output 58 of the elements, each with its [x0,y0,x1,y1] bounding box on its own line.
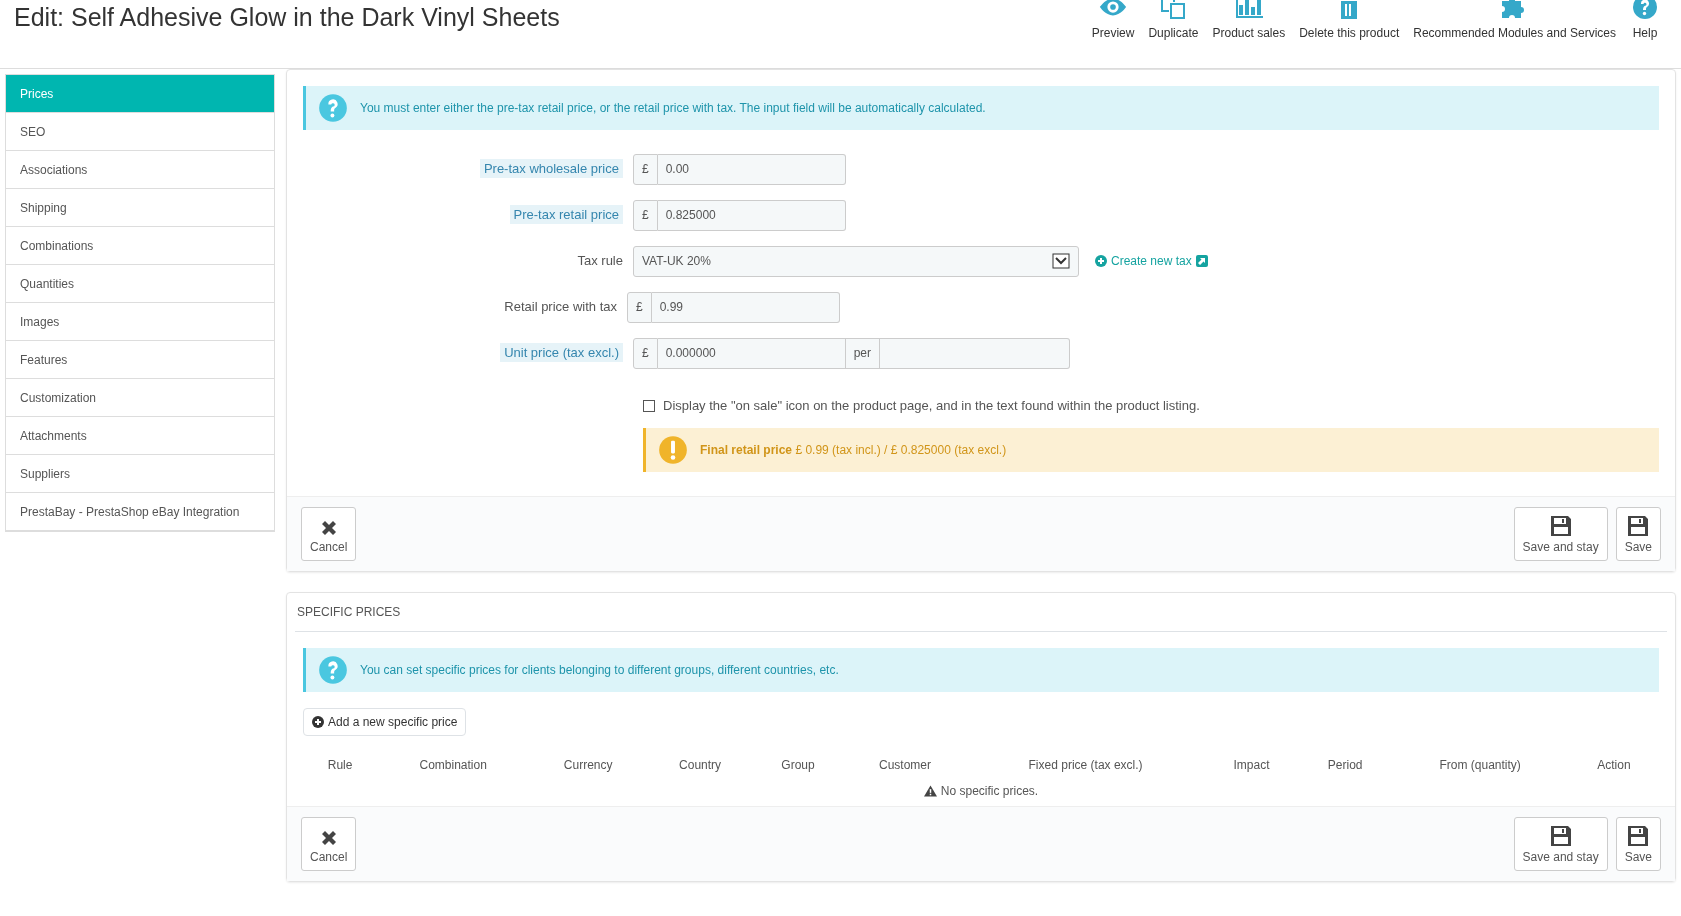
plus-circle-icon [1095,255,1107,267]
save-button[interactable]: Save [1615,816,1661,871]
save-and-stay-button[interactable]: Save and stay [1513,816,1608,871]
price-input[interactable]: 0.99 [651,291,840,323]
column-header: Group [753,751,843,778]
price-input[interactable]: 0.000000 [657,337,846,369]
question-icon [318,654,348,685]
cancel-button[interactable]: Cancel [301,816,357,871]
info-text: You can set specific prices for clients belonging to different groups, different countries, etc. [360,661,839,679]
final-price-text: Final retail price £ 0.99 (tax incl.) / £ 0.825000 (tax excl.) [700,441,1007,459]
column-header: Country [647,751,753,778]
dropdown-caret-icon [1052,253,1070,269]
toolbar-button[interactable]: Delete this product [1292,0,1407,42]
column-header: Action [1568,751,1659,778]
cancel-button[interactable]: Cancel [301,506,357,561]
warning-icon [658,434,688,465]
field-label: Pre-tax retail price [509,205,623,225]
column-header: Combination [377,751,530,778]
column-header: Currency [529,751,648,778]
toolbar-button[interactable]: Duplicate [1141,0,1206,42]
column-header: Customer [843,751,967,778]
bar-chart-icon [1233,0,1264,20]
currency-addon: £ [633,337,658,369]
panel-heading: SPECIFIC PRICES [295,592,1667,632]
on-sale-checkbox[interactable] [643,399,655,412]
unit-input[interactable] [880,337,1071,369]
tax-rule-select[interactable]: VAT-UK 20% [633,245,1079,277]
toolbar-button[interactable]: Product sales [1205,0,1293,42]
help-icon [1630,0,1660,20]
per-addon: per [845,337,881,369]
column-header: From (quantity) [1391,751,1569,778]
column-header: Period [1298,751,1392,778]
plus-circle-icon [312,715,324,728]
price-input[interactable]: 0.00 [657,153,846,185]
field-label: Tax rule [577,253,623,269]
column-header: Impact [1204,751,1299,778]
price-input[interactable]: 0.825000 [657,199,846,231]
question-icon [318,93,348,123]
toolbar-button[interactable]: Help [1623,0,1667,42]
field-label: Unit price (tax excl.) [500,343,623,363]
field-label: Pre-tax wholesale price [479,159,623,179]
warning-triangle-icon [923,784,937,797]
info-text: You must enter either the pre-tax retail price, or the retail price with tax. The input field will be automatically calculated. [360,100,986,117]
toolbar-button[interactable]: Preview [1084,0,1142,42]
column-header: Fixed price (tax excl.) [967,751,1205,778]
on-sale-label: Display the "on sale" icon on the product page, and in the text found within the product listing. [663,397,1200,415]
add-specific-price-button[interactable]: Add a new specific price [303,707,467,736]
external-link-icon [1195,255,1208,267]
page-title: Edit: Self Adhesive Glow in the Dark Vinyl Sheets [14,2,560,32]
save-and-stay-button[interactable]: Save and stay [1513,506,1608,561]
column-header: Rule [303,751,378,778]
currency-addon: £ [633,199,658,231]
field-label: Retail price with tax [504,299,617,315]
save-button[interactable]: Save [1615,506,1661,561]
currency-addon: £ [633,153,658,185]
toolbar-button[interactable]: Recommended Modules and Services [1406,0,1623,42]
empty-table-message: No specific prices. [940,782,1039,800]
currency-addon: £ [627,291,652,323]
